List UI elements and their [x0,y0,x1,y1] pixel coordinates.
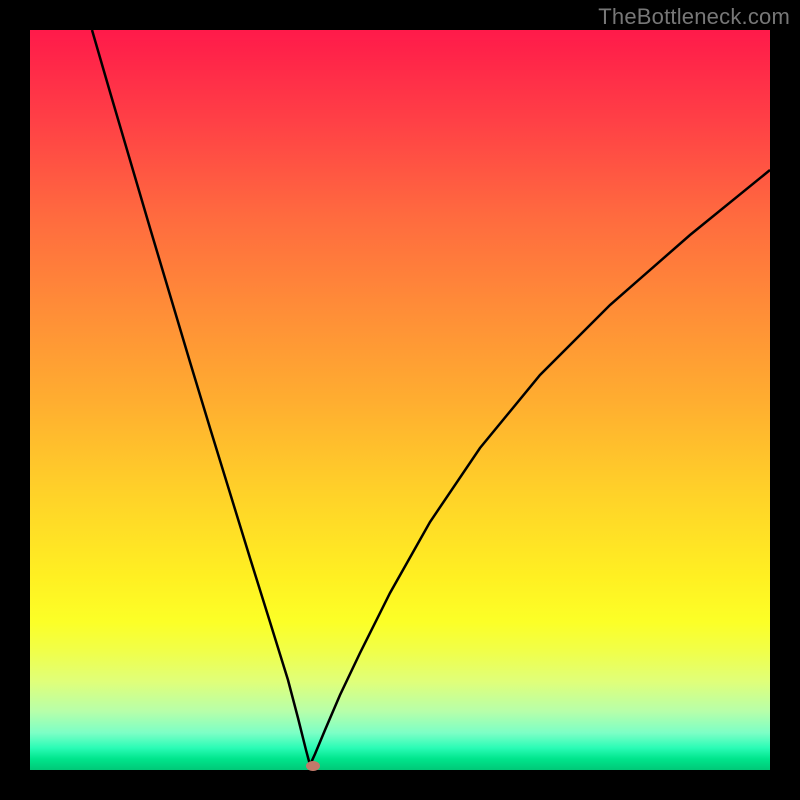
watermark-text: TheBottleneck.com [598,4,790,30]
minimum-point-dot [306,761,320,771]
chart-frame: TheBottleneck.com [0,0,800,800]
heatmap-gradient [30,30,770,770]
plot-area [30,30,770,770]
